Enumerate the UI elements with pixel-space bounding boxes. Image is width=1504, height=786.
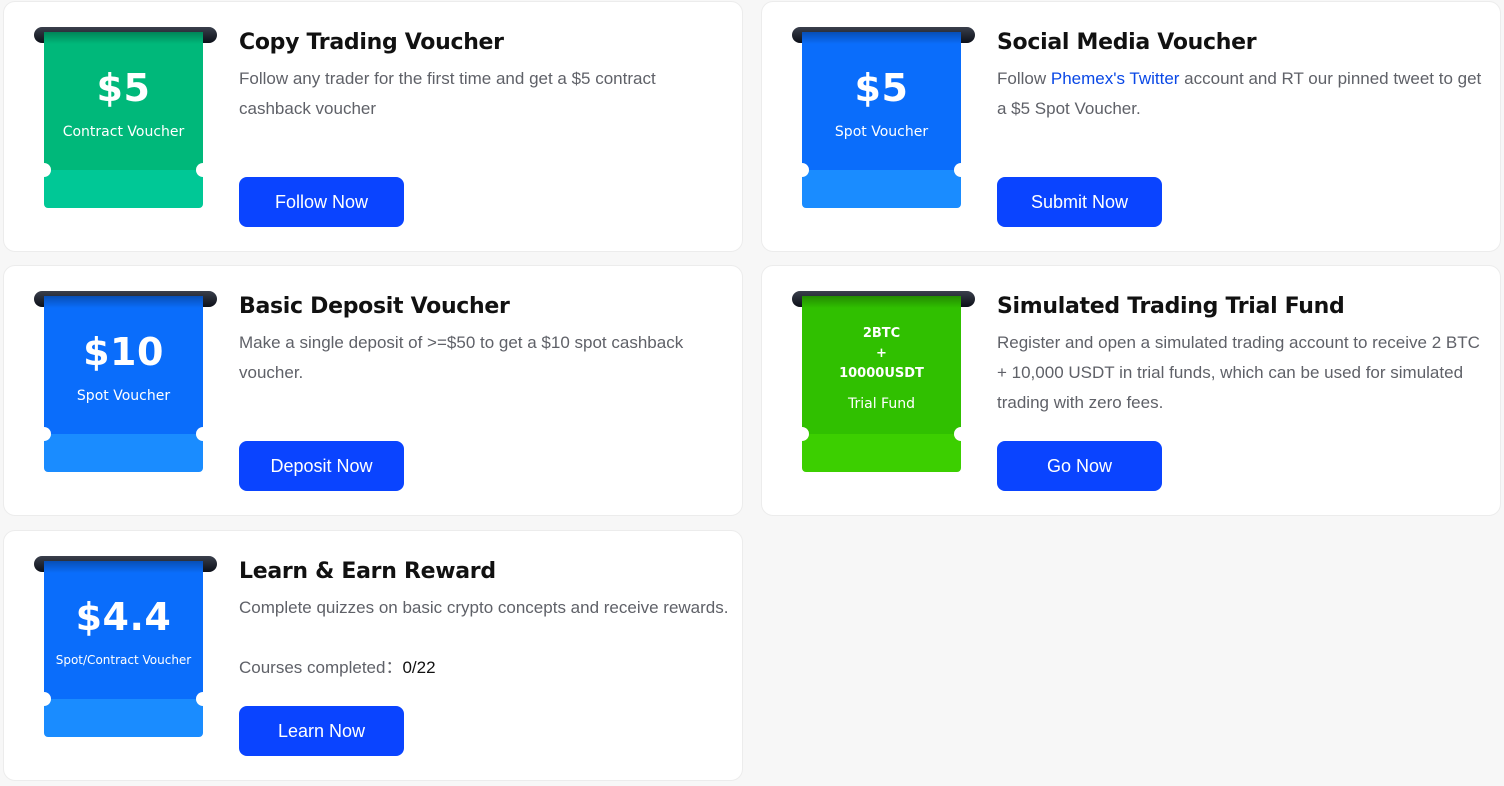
voucher-ticket: $5 Spot Voucher (802, 32, 961, 208)
voucher-ticket: $5 Contract Voucher (44, 32, 203, 208)
trial-fund-plus: + (876, 346, 887, 361)
deposit-now-button[interactable]: Deposit Now (239, 441, 404, 491)
voucher-ticket: $10 Spot Voucher (44, 296, 203, 472)
ticket-bottom (44, 170, 203, 208)
voucher-amount: $10 (83, 330, 164, 374)
phemex-twitter-link[interactable]: Phemex's Twitter (1051, 69, 1180, 88)
follow-now-button[interactable]: Follow Now (239, 177, 404, 227)
card-title: Simulated Trading Trial Fund (997, 294, 1345, 319)
description-prefix: Follow (997, 69, 1051, 88)
voucher-card-social-media: $5 Spot Voucher Social Media Voucher Fol… (761, 1, 1501, 252)
voucher-type: Spot Voucher (834, 124, 929, 140)
progress-value: 0/22 (402, 658, 436, 677)
voucher-card-basic-deposit: $10 Spot Voucher Basic Deposit Voucher M… (3, 265, 743, 516)
progress-label: Courses completed： (239, 658, 403, 677)
submit-now-button[interactable]: Submit Now (997, 177, 1162, 227)
ticket-notch (196, 427, 203, 441)
card-title: Copy Trading Voucher (239, 30, 504, 55)
card-description: Complete quizzes on basic crypto concept… (239, 598, 729, 617)
voucher-type: Spot/Contract Voucher (55, 653, 192, 667)
voucher-type: Spot Voucher (76, 388, 171, 404)
voucher-card-learn-earn: $4.4 Spot/Contract Voucher Learn & Earn … (3, 530, 743, 781)
voucher-ticket: 2BTC + 10000USDT Trial Fund (802, 296, 961, 472)
voucher-type: Trial Fund (848, 396, 915, 412)
learn-now-button[interactable]: Learn Now (239, 706, 404, 756)
voucher-card-simulated-trading: 2BTC + 10000USDT Trial Fund Simulated Tr… (761, 265, 1501, 516)
voucher-amount: $4.4 (75, 595, 172, 639)
card-description: Make a single deposit of >=$50 to get a … (239, 333, 684, 382)
card-title: Basic Deposit Voucher (239, 294, 510, 319)
ticket-notch (954, 427, 961, 441)
ticket-notch (954, 163, 961, 177)
card-title: Social Media Voucher (997, 30, 1257, 55)
voucher-amount: $5 (854, 66, 909, 110)
voucher-card-copy-trading: $5 Contract Voucher Copy Trading Voucher… (3, 1, 743, 252)
courses-progress: Courses completed：0/22 (239, 653, 436, 683)
trial-fund-btc: 2BTC (862, 326, 901, 341)
ticket-bottom (802, 434, 961, 472)
go-now-button[interactable]: Go Now (997, 441, 1162, 491)
trial-fund-amount: 2BTC + 10000USDT Trial Fund (802, 324, 961, 414)
ticket-notch (196, 692, 203, 706)
ticket-bottom (44, 434, 203, 472)
voucher-amount: $5 (96, 66, 151, 110)
card-description: Follow any trader for the first time and… (239, 69, 656, 118)
trial-fund-usdt: 10000USDT (839, 366, 924, 381)
card-title: Learn & Earn Reward (239, 559, 496, 584)
ticket-bottom (802, 170, 961, 208)
voucher-ticket: $4.4 Spot/Contract Voucher (44, 561, 203, 737)
ticket-bottom (44, 699, 203, 737)
card-description: Register and open a simulated trading ac… (997, 333, 1480, 412)
card-description: Follow Phemex's Twitter account and RT o… (997, 64, 1487, 124)
voucher-type: Contract Voucher (62, 124, 185, 140)
ticket-notch (196, 163, 203, 177)
